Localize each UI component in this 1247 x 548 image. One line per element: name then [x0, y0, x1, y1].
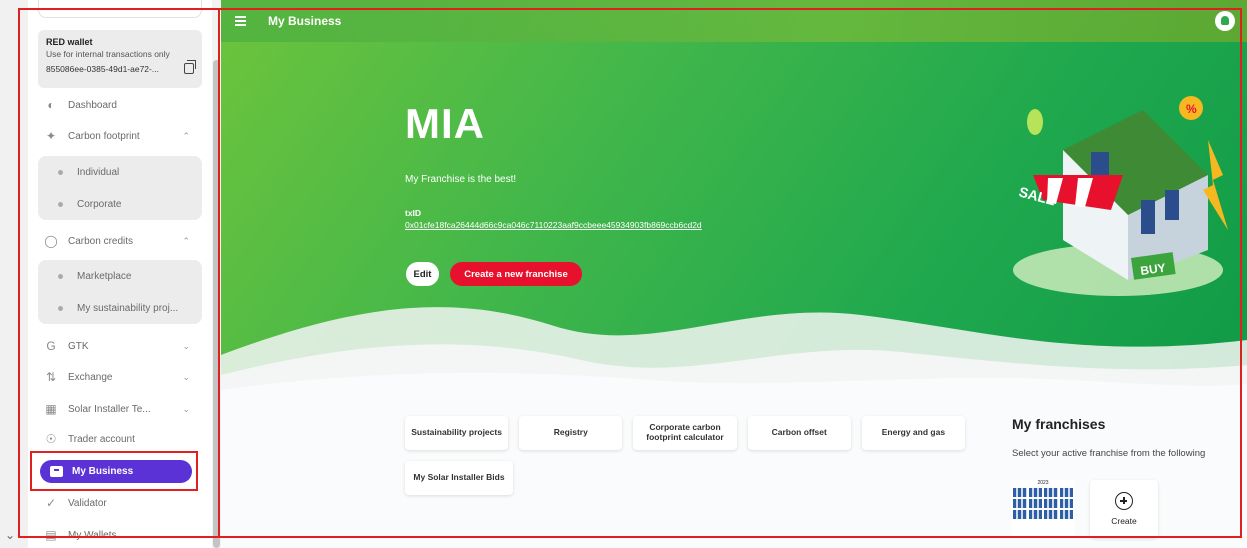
- wallet-address: 855086ee-0385-49d1-ae72-...: [46, 63, 159, 74]
- subitem-label: My sustainability proj...: [77, 302, 179, 314]
- wallet-title: RED wallet: [46, 37, 93, 47]
- trader-icon: ☉: [45, 432, 57, 446]
- sidebar-item-label: Solar Installer Te...: [68, 403, 151, 415]
- card-sustainability-projects[interactable]: Sustainability projects: [405, 416, 509, 450]
- carbon-footprint-submenu: Individual Corporate: [38, 156, 202, 220]
- sidebar-subitem-marketplace[interactable]: Marketplace: [38, 260, 202, 292]
- sidebar-subitem-corporate[interactable]: Corporate: [38, 188, 202, 220]
- copy-icon[interactable]: [184, 60, 196, 74]
- dashboard-icon: ◐: [47, 98, 55, 112]
- bullet-icon: [58, 305, 63, 311]
- sidebar-scrollbar[interactable]: [212, 0, 221, 548]
- avatar[interactable]: [1215, 11, 1235, 31]
- franchises-description: Select your active franchise from the fo…: [1012, 448, 1206, 459]
- sidebar-item-label: Exchange: [68, 371, 113, 383]
- franchise-name: MIA: [405, 100, 485, 147]
- carbon-credits-submenu: Marketplace My sustainability proj...: [38, 260, 202, 324]
- bullet-icon: [58, 273, 63, 279]
- chevron-up-icon: ⌃: [182, 130, 190, 141]
- solar-icon: ▦: [45, 402, 57, 416]
- card-carbon-footprint-calculator[interactable]: Corporate carbon footprint calculator: [633, 416, 737, 450]
- cards-row-1: Sustainability projects Registry Corpora…: [405, 416, 966, 450]
- sidebar-item-gtk[interactable]: G GTK ⌄: [38, 333, 202, 359]
- franchise-tagline: My Franchise is the best!: [405, 174, 517, 185]
- franchises-panel: My franchises Select your active franchi…: [1012, 416, 1242, 459]
- txid-label: txID: [405, 208, 422, 218]
- top-bar: My Business: [221, 0, 1247, 42]
- sidebar-item-dashboard[interactable]: ◐ Dashboard: [38, 92, 202, 118]
- main-content: My Business MIA My Franchise is the best…: [221, 0, 1247, 548]
- franchise-thumbnail[interactable]: 2023: [1011, 480, 1075, 536]
- footprint-icon: ✦: [45, 129, 57, 143]
- sidebar-subitem-sustainability[interactable]: My sustainability proj...: [38, 292, 202, 324]
- cards-row-2: My Solar Installer Bids: [405, 461, 965, 495]
- wallet-icon: ▤: [45, 528, 57, 542]
- chevron-down-icon: ⌄: [182, 371, 190, 382]
- gtk-icon: G: [46, 339, 56, 353]
- check-icon: ✓: [45, 496, 57, 510]
- plus-circle-icon: [1115, 492, 1133, 510]
- sidebar-item-label: Trader account: [68, 433, 135, 445]
- card-carbon-offset[interactable]: Carbon offset: [747, 416, 851, 450]
- sidebar-item-solar-installer[interactable]: ▦ Solar Installer Te... ⌄: [38, 396, 202, 422]
- create-franchise-tile[interactable]: Create: [1090, 480, 1158, 538]
- left-edge-strip: ⌄: [0, 0, 28, 548]
- exchange-icon: ⇅: [45, 370, 57, 384]
- wallet-subtitle: Use for internal transactions only: [46, 49, 170, 59]
- subitem-label: Corporate: [77, 198, 122, 210]
- credits-icon: ◯: [44, 234, 58, 248]
- create-label: Create: [1111, 516, 1137, 526]
- house-illustration: % SALE BUY: [1013, 96, 1228, 296]
- scrollbar-thumb[interactable]: [213, 60, 220, 548]
- my-business-highlight-frame: [30, 451, 198, 491]
- wallet-address-row: 855086ee-0385-49d1-ae72-...: [46, 60, 196, 74]
- chevron-down-icon: ⌄: [182, 403, 190, 414]
- franchises-heading: My franchises: [1012, 416, 1106, 432]
- bullet-icon: [58, 169, 63, 175]
- sidebar-item-validator[interactable]: ✓ Validator: [38, 490, 202, 516]
- red-wallet-card: RED wallet Use for internal transactions…: [38, 30, 202, 88]
- sidebar-item-label: Dashboard: [68, 99, 117, 111]
- calendar-grid: [1011, 486, 1075, 521]
- sidebar-item-label: GTK: [68, 340, 89, 352]
- sidebar-item-label: Carbon footprint: [68, 130, 140, 142]
- sidebar-search-stub[interactable]: [38, 0, 202, 18]
- sidebar-item-label: Carbon credits: [68, 235, 134, 247]
- subitem-label: Marketplace: [77, 270, 132, 282]
- sidebar-item-exchange[interactable]: ⇅ Exchange ⌄: [38, 364, 202, 390]
- menu-icon[interactable]: [235, 16, 246, 26]
- chevron-down-icon: ⌄: [182, 340, 190, 351]
- sidebar-item-carbon-credits[interactable]: ◯ Carbon credits ⌃: [38, 228, 202, 254]
- card-registry[interactable]: Registry: [519, 416, 623, 450]
- chevron-up-icon: ⌃: [182, 235, 190, 246]
- percent-badge-text: %: [1186, 102, 1197, 116]
- bullet-icon: [58, 201, 63, 207]
- sidebar-item-my-wallets[interactable]: ▤ My Wallets: [38, 522, 202, 548]
- sidebar-subitem-individual[interactable]: Individual: [38, 156, 202, 188]
- chevron-down-icon[interactable]: ⌄: [5, 528, 15, 542]
- subitem-label: Individual: [77, 166, 120, 178]
- card-solar-installer-bids[interactable]: My Solar Installer Bids: [405, 461, 513, 495]
- sidebar-item-trader-account[interactable]: ☉ Trader account: [38, 426, 202, 452]
- page-title: My Business: [268, 14, 342, 28]
- sidebar-item-label: Validator: [68, 497, 107, 509]
- txid-link[interactable]: 0x01cfe18fca26444d66c9ca046c7110223aaf9c…: [405, 220, 702, 230]
- sidebar-item-label: My Wallets: [68, 529, 117, 541]
- hero-wave: [221, 307, 1247, 410]
- sidebar-item-carbon-footprint[interactable]: ✦ Carbon footprint ⌃: [38, 123, 202, 149]
- card-energy-and-gas[interactable]: Energy and gas: [861, 416, 966, 450]
